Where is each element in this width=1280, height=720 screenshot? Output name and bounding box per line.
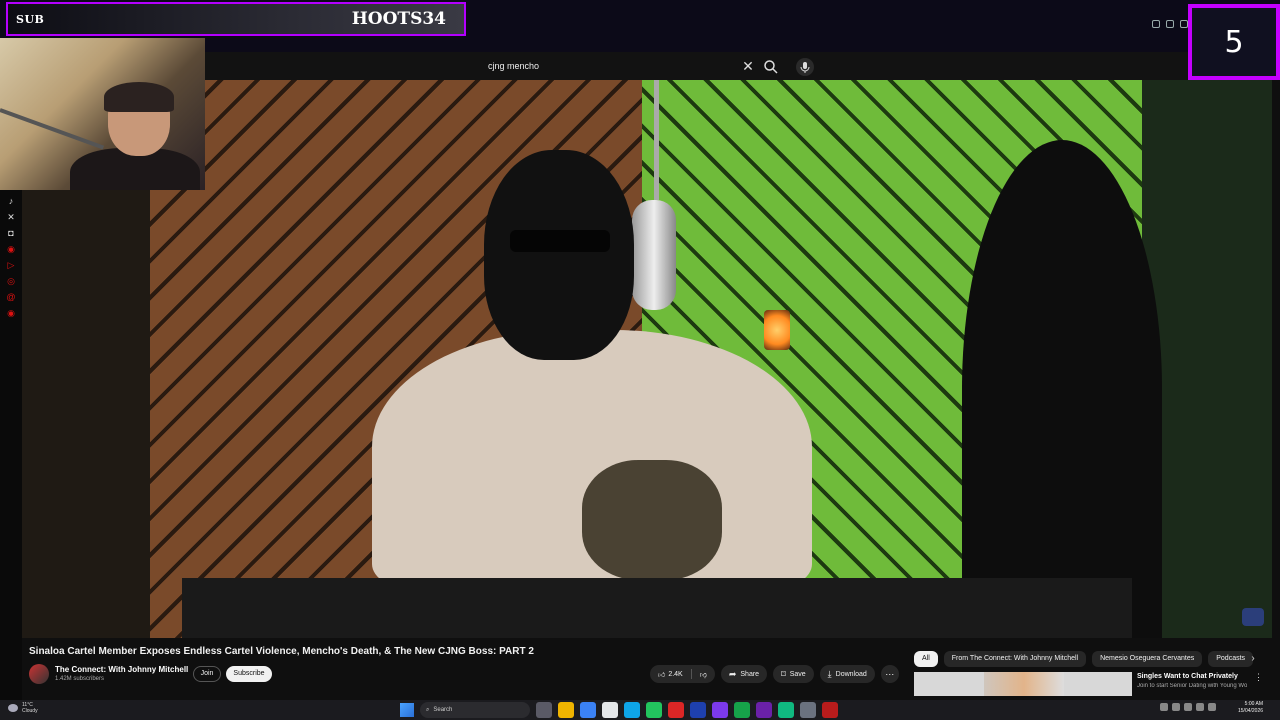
whatsapp-icon[interactable] — [646, 702, 662, 718]
recommendation-description: Join to start Senior Dating with Young W… — [1137, 683, 1247, 689]
join-button[interactable]: Join — [193, 666, 221, 682]
tray-app-icon[interactable] — [1184, 703, 1192, 711]
bookmark-icon: ⌑ — [781, 668, 786, 679]
recommendation-chips: All From The Connect: With Johnny Mitche… — [914, 651, 1254, 667]
taskbar-apps: ⌕ Search — [400, 702, 838, 718]
thumbs-down-icon: 👎︎ — [699, 671, 707, 679]
x-icon[interactable]: ✕ — [6, 212, 16, 222]
video-guest-glasses — [510, 230, 610, 252]
share-label: Share — [740, 670, 760, 678]
recommendation-photo — [984, 672, 1064, 696]
taskbar-search[interactable]: ⌕ Search — [420, 702, 530, 718]
play-icon[interactable]: ▷ — [6, 260, 16, 270]
download-button[interactable]: ⤓ Download — [819, 665, 875, 683]
channel-name[interactable]: The Connect: With Johnny Mitchell — [55, 665, 188, 674]
system-tray — [1160, 703, 1216, 711]
tray-chevron-icon[interactable] — [1160, 703, 1168, 711]
banner-streamer-name: HOOTS34 — [351, 9, 446, 29]
chip-from-channel[interactable]: From The Connect: With Johnny Mitchell — [943, 651, 1087, 667]
video-title: Sinaloa Cartel Member Exposes Endless Ca… — [29, 646, 534, 657]
video-host-silhouette — [962, 140, 1162, 638]
tiktok-icon[interactable]: ♪ — [6, 196, 16, 206]
like-dislike-group: 👍︎ 2.4K 👎︎ — [650, 665, 715, 683]
recommendation-title[interactable]: Singles Want to Chat Privately — [1137, 673, 1238, 680]
recommendation-thumbnail[interactable] — [914, 672, 1132, 696]
weather-widget[interactable]: 11°C Cloudy — [8, 702, 38, 714]
video-table — [182, 578, 1132, 638]
discord-icon[interactable] — [712, 702, 728, 718]
youtube-icon[interactable] — [822, 702, 838, 718]
tray-cloud-icon[interactable] — [1172, 703, 1180, 711]
download-label: Download — [835, 670, 867, 678]
taskbar-search-label: Search — [433, 707, 453, 713]
recommendation-menu-icon[interactable]: ⋮ — [1254, 672, 1263, 683]
share-icon: ➦ — [728, 668, 737, 679]
social-links-strip: ♪ ✕ ◘ ◉ ▷ ◎ @ ◉ — [0, 190, 22, 720]
top-right-icons — [1152, 20, 1188, 28]
microphone-icon[interactable] — [796, 58, 814, 76]
thumbs-up-icon: 👍︎ — [658, 671, 666, 679]
weather-desc: Cloudy — [22, 708, 38, 714]
search-input[interactable] — [488, 56, 760, 76]
banner-sub-label: SUB — [16, 12, 45, 26]
tray-network-icon[interactable] — [1196, 703, 1204, 711]
more-actions-icon[interactable]: ⋯ — [880, 665, 899, 683]
file-explorer-icon[interactable] — [558, 702, 574, 718]
circle-icon[interactable]: ◉ — [6, 308, 16, 318]
subscriber-count: 1.42M subscribers — [55, 676, 105, 682]
stream-name-banner: SUB HOOTS34 — [6, 2, 466, 36]
threads-icon[interactable]: @ — [6, 292, 16, 302]
edge-icon[interactable] — [580, 702, 596, 718]
channel-watermark[interactable] — [1242, 608, 1264, 626]
discord-icon[interactable]: ◘ — [6, 228, 16, 238]
settings-icon[interactable] — [800, 702, 816, 718]
pin-icon — [1152, 20, 1160, 28]
save-label: Save — [789, 670, 806, 678]
like-count: 2.4K — [668, 670, 683, 678]
steam-icon[interactable] — [690, 702, 706, 718]
clock-time: 5:00 AM — [1244, 701, 1264, 707]
video-guest-gloves — [582, 460, 722, 580]
like-button[interactable]: 👍︎ 2.4K — [650, 665, 691, 683]
video-microphone — [632, 200, 676, 310]
obs-icon[interactable] — [756, 702, 772, 718]
subscribe-button[interactable]: Subscribe — [226, 666, 272, 682]
webcam-person-hair — [104, 82, 174, 112]
share-button[interactable]: ➦ Share — [720, 665, 768, 683]
spotify-icon[interactable] — [734, 702, 750, 718]
video-mic-rod — [654, 80, 659, 200]
taskbar-clock[interactable]: 5:00 AM 15/04/2026 — [1238, 701, 1263, 715]
overlay-counter-value: 5 — [1224, 24, 1244, 60]
chevron-right-icon[interactable]: › — [1246, 652, 1260, 666]
video-actions: 👍︎ 2.4K 👎︎ ➦ Share ⌑ Save ⤓ Download ⋯ — [650, 665, 899, 683]
chip-all[interactable]: All — [914, 651, 938, 667]
task-view-icon[interactable] — [536, 702, 552, 718]
webcam-mic-arm — [0, 108, 105, 150]
shield-icon — [1180, 20, 1188, 28]
video-player[interactable] — [22, 80, 1272, 638]
app-icon[interactable] — [778, 702, 794, 718]
chip-nemesio[interactable]: Nemesio Oseguera Cervantes — [1092, 651, 1203, 667]
search-icon[interactable] — [762, 58, 780, 76]
instagram-icon[interactable]: ◎ — [6, 276, 16, 286]
opera-icon[interactable] — [668, 702, 684, 718]
video-guest-mask — [484, 150, 634, 360]
channel-avatar[interactable] — [29, 664, 49, 684]
windows-start-icon[interactable] — [400, 703, 414, 717]
download-icon: ⤓ — [827, 668, 832, 679]
tray-volume-icon[interactable] — [1208, 703, 1216, 711]
clock-date: 15/04/2026 — [1238, 708, 1264, 714]
search-icon: ⌕ — [426, 706, 430, 713]
youtube-icon[interactable]: ◉ — [6, 244, 16, 254]
dislike-button[interactable]: 👎︎ — [692, 665, 715, 683]
overlay-counter-box: 5 — [1188, 4, 1280, 80]
window-icon — [1166, 20, 1174, 28]
save-button[interactable]: ⌑ Save — [773, 665, 814, 683]
mail-icon[interactable] — [624, 702, 640, 718]
clear-search-icon[interactable]: ✕ — [740, 58, 756, 74]
webcam-feed — [0, 38, 205, 190]
cloud-icon — [8, 704, 18, 712]
store-icon[interactable] — [602, 702, 618, 718]
video-wall-lamp — [764, 310, 790, 350]
